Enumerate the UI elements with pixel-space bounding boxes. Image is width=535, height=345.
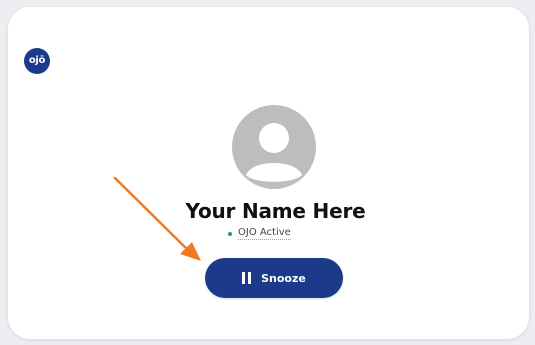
status-text: OJO Active	[238, 227, 291, 240]
status-dot-icon	[228, 231, 232, 236]
user-avatar-placeholder-icon	[232, 105, 316, 189]
pause-icon	[242, 272, 252, 284]
snooze-button[interactable]: Snooze	[205, 258, 343, 298]
profile-name: Your Name Here	[185, 199, 366, 223]
annotation-arrow-icon	[113, 176, 201, 261]
status-indicator: OJO Active	[228, 227, 291, 240]
ojo-logo: ojō	[24, 48, 50, 74]
snooze-button-label: Snooze	[261, 271, 306, 285]
